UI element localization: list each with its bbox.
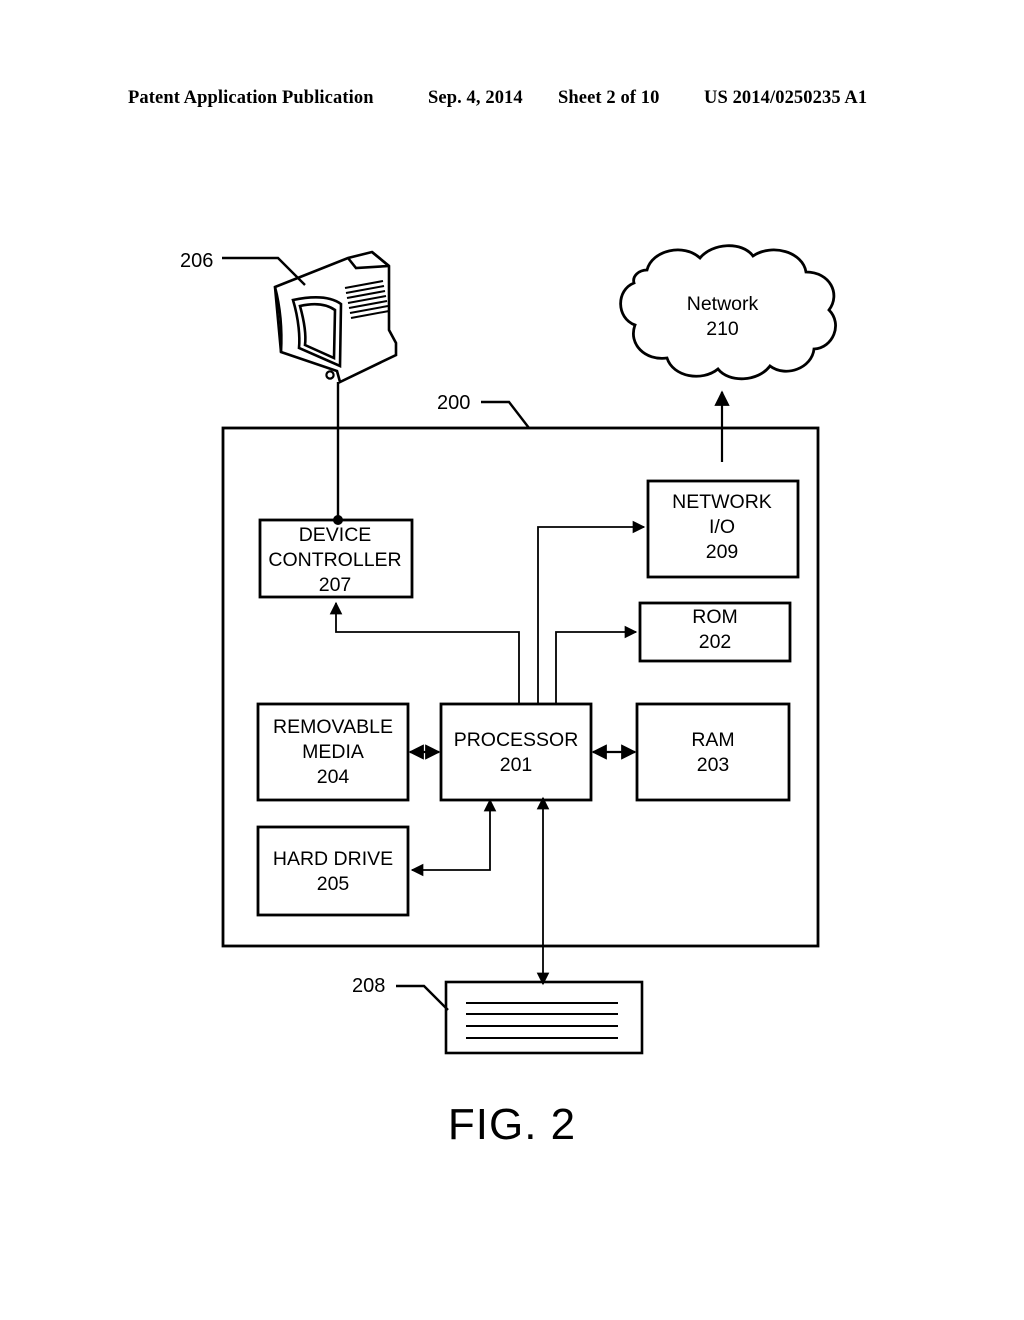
removable-media-label: REMOVABLE MEDIA 204 xyxy=(273,716,393,788)
ram-label: RAM 203 xyxy=(691,729,735,776)
connector-harddrive-to-processor xyxy=(410,798,497,877)
hard-drive-label: HARD DRIVE 205 xyxy=(272,848,394,895)
reference-leader-200 xyxy=(481,400,530,429)
network-io-label: NETWORK I/O 209 xyxy=(672,491,772,563)
connector-display-to-controller xyxy=(333,382,343,525)
reference-leader-208 xyxy=(396,984,449,1011)
figure-caption: FIG. 2 xyxy=(447,1100,577,1149)
connector-processor-to-controller xyxy=(329,601,520,704)
processor-label: PROCESSOR 201 xyxy=(453,729,579,776)
reference-numeral-200: 200 xyxy=(437,392,471,414)
network-cloud-label: Network 210 xyxy=(686,293,759,340)
rom-label: ROM 202 xyxy=(692,606,738,653)
input-device-illustration xyxy=(444,980,644,1055)
reference-numeral-208: 208 xyxy=(352,975,386,997)
device-controller-label: DEVICE CONTROLLER 207 xyxy=(268,524,402,596)
reference-numeral-206: 206 xyxy=(180,250,214,272)
connector-processor-to-rom xyxy=(555,625,638,704)
connector-processor-to-networkio xyxy=(537,520,646,704)
